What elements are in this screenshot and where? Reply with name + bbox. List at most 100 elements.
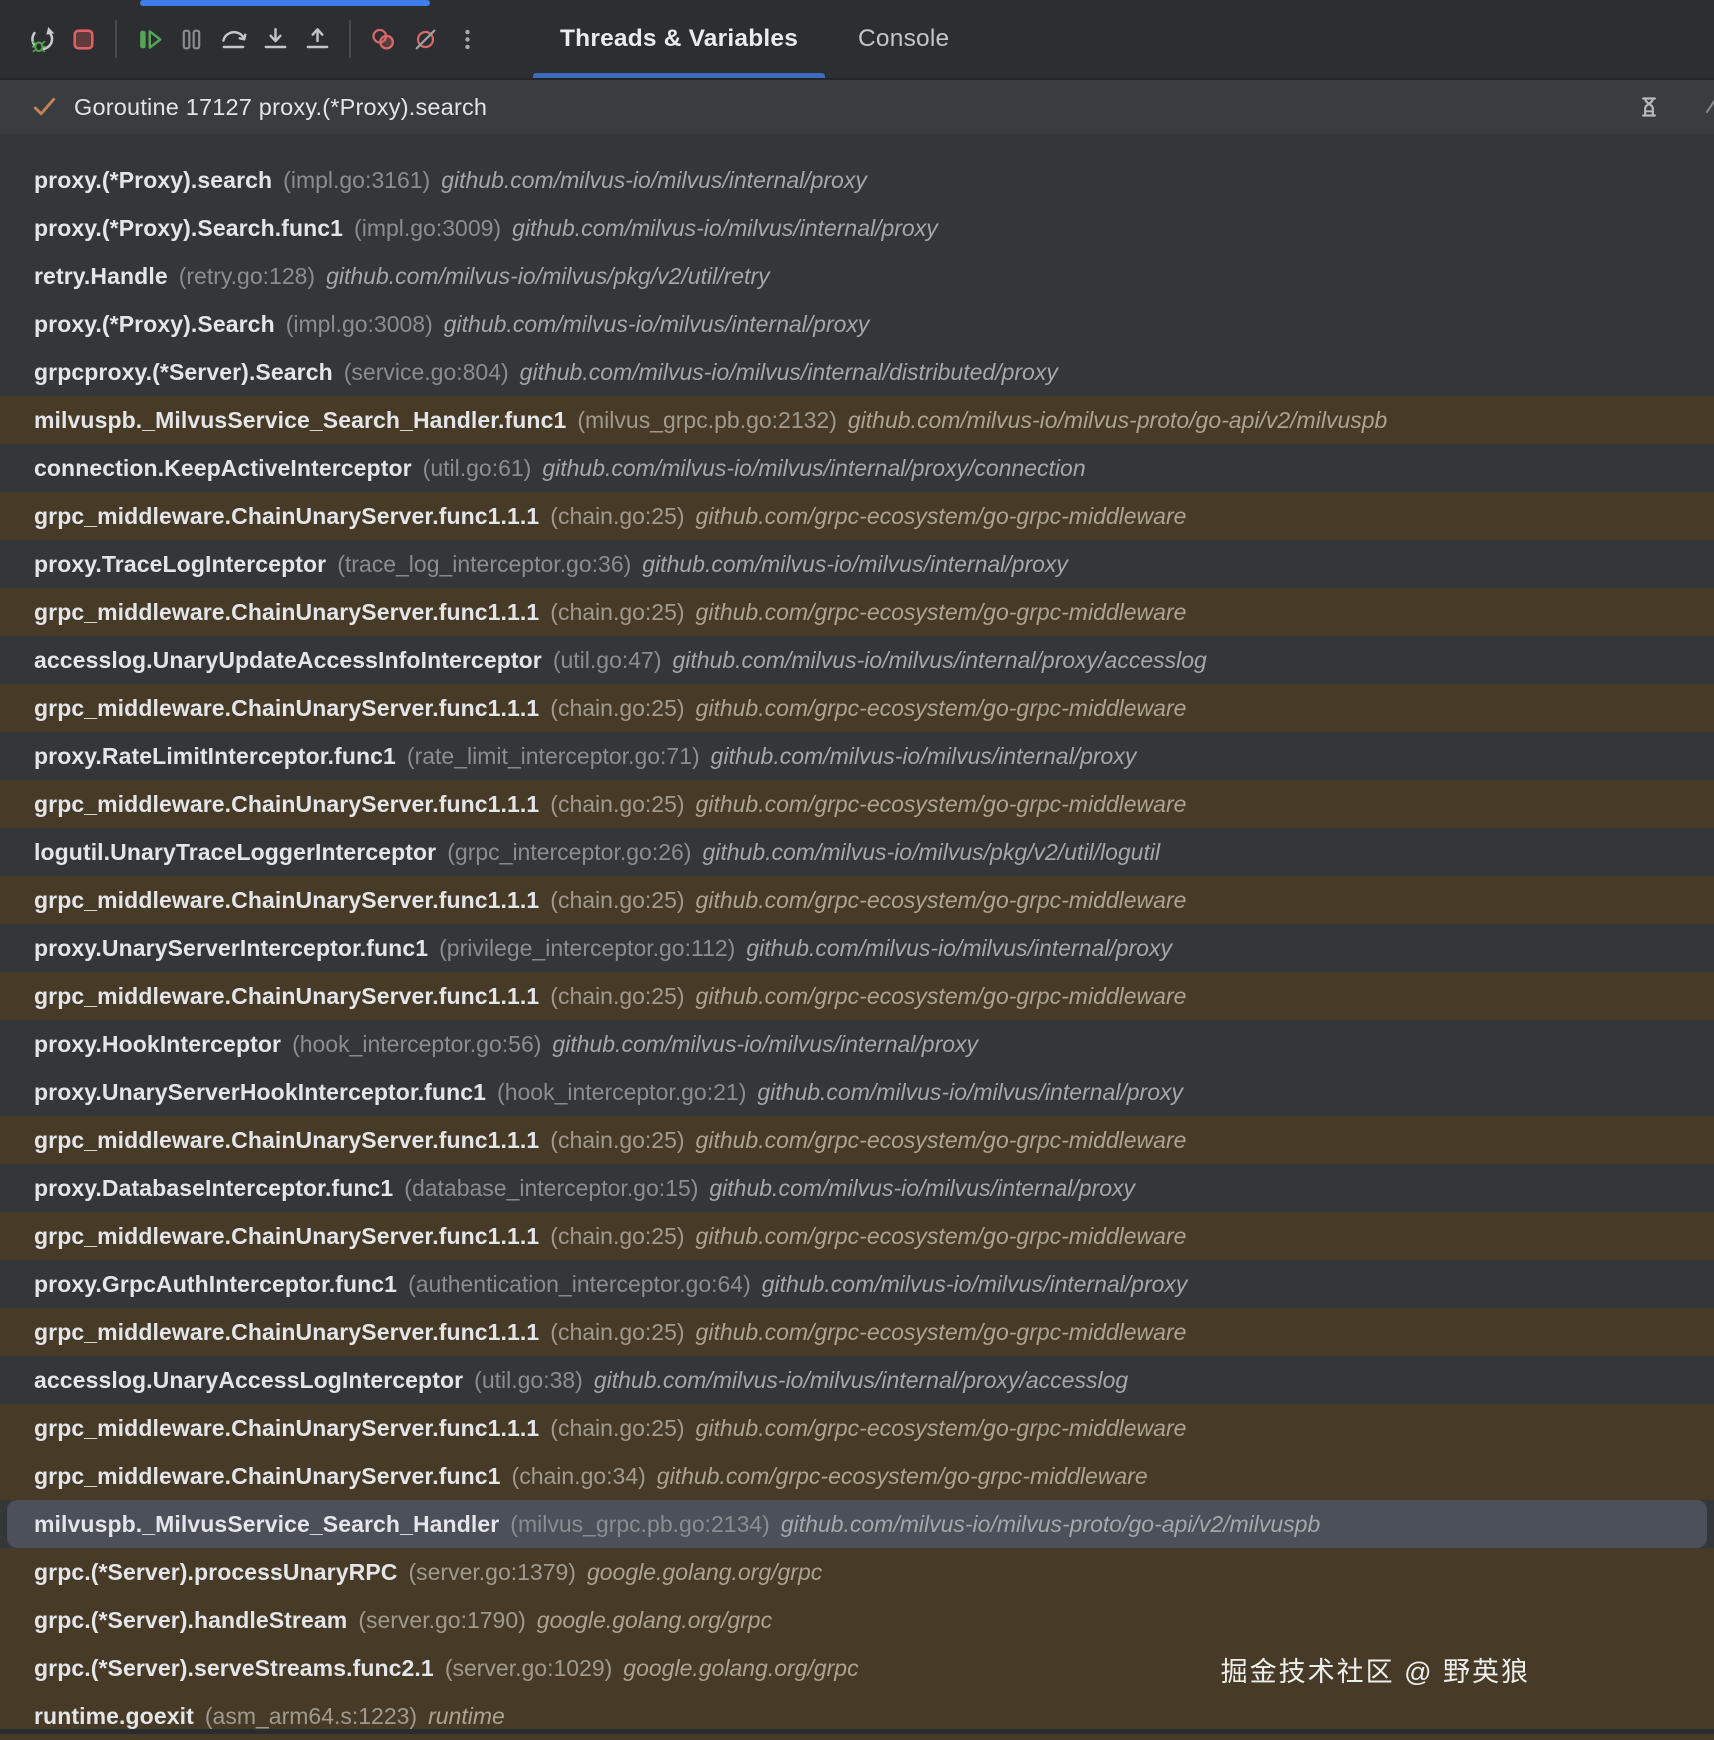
step-over-icon — [221, 30, 246, 48]
frame-function: proxy.UnaryServerInterceptor.func1 — [34, 934, 429, 961]
frame-function: proxy.(*Proxy).Search — [34, 310, 275, 337]
stack-frame-row[interactable]: proxy.RateLimitInterceptor.func1 (rate_li… — [0, 732, 1714, 780]
frame-package: github.com/milvus-io/milvus/pkg/v2/util/… — [702, 838, 1161, 865]
stack-frame-row[interactable]: grpc_middleware.ChainUnaryServer.func1.1… — [0, 780, 1714, 828]
stack-frame-row[interactable]: milvuspb._MilvusService_Search_Handler (m… — [7, 1500, 1707, 1548]
resume-button[interactable] — [128, 16, 170, 62]
frame-location: (hook_interceptor.go:21) — [497, 1078, 747, 1105]
stop-button[interactable] — [62, 16, 104, 62]
frame-location: (server.go:1029) — [444, 1654, 613, 1681]
stack-frame-row[interactable]: milvuspb._MilvusService_Search_Handler.f… — [0, 396, 1714, 444]
stack-frame-row[interactable]: accesslog.UnaryAccessLogInterceptor (util… — [0, 1356, 1714, 1404]
frame-function: proxy.GrpcAuthInterceptor.func1 — [34, 1270, 398, 1297]
frame-package: github.com/milvus-io/milvus-proto/go-api… — [847, 406, 1388, 433]
frame-location: (util.go:61) — [422, 454, 532, 481]
tab-threads-variables[interactable]: Threads & Variables — [530, 0, 828, 78]
frame-package: google.golang.org/grpc — [623, 1654, 859, 1681]
frame-package: github.com/milvus-io/milvus/pkg/v2/util/… — [326, 262, 770, 289]
frame-function: proxy.(*Proxy).search — [34, 166, 273, 193]
frame-package: google.golang.org/grpc — [536, 1606, 773, 1633]
pause-button[interactable] — [170, 16, 212, 62]
stack-frame-row[interactable]: proxy.UnaryServerHookInterceptor.func1 (h… — [0, 1068, 1714, 1116]
frame-package: github.com/milvus-io/milvus/internal/pro… — [542, 454, 1086, 481]
stack-frame-row[interactable]: proxy.TraceLogInterceptor (trace_log_inte… — [0, 540, 1714, 588]
frame-function: grpc_middleware.ChainUnaryServer.func1 — [34, 1462, 501, 1489]
stack-frame-row[interactable]: connection.KeepActiveInterceptor (util.go… — [0, 444, 1714, 492]
step-into-button[interactable] — [254, 16, 296, 62]
stack-frame-row[interactable]: proxy.(*Proxy).search (impl.go:3161) githu… — [0, 156, 1714, 204]
stack-frame-row[interactable]: logutil.UnaryTraceLoggerInterceptor (grpc… — [0, 828, 1714, 876]
check-icon — [33, 97, 56, 115]
frame-function: grpc_middleware.ChainUnaryServer.func1.1… — [34, 886, 540, 913]
step-over-button[interactable] — [212, 16, 254, 62]
hide-frames-button[interactable] — [1630, 88, 1668, 126]
frame-package: github.com/milvus-io/milvus/internal/pro… — [710, 742, 1137, 769]
stack-frame-row[interactable]: proxy.HookInterceptor (hook_interceptor.g… — [0, 1020, 1714, 1068]
frame-function: grpc_middleware.ChainUnaryServer.func1.1… — [34, 502, 540, 529]
frame-location: (milvus_grpc.pb.go:2132) — [577, 406, 837, 433]
stack-frame-row[interactable]: grpc_middleware.ChainUnaryServer.func1 (c… — [0, 1452, 1714, 1500]
rerun-button[interactable] — [20, 16, 62, 62]
stack-frame-row[interactable]: grpc_middleware.ChainUnaryServer.func1.1… — [0, 1308, 1714, 1356]
frame-function: grpc.(*Server).handleStream — [34, 1606, 348, 1633]
frame-package: github.com/grpc-ecosystem/go-grpc-middle… — [695, 982, 1187, 1009]
frame-package: github.com/milvus-io/milvus/internal/pro… — [593, 1366, 1129, 1393]
more-options-button[interactable] — [446, 16, 488, 62]
stack-frame-row[interactable]: grpc_middleware.ChainUnaryServer.func1.1… — [0, 1404, 1714, 1452]
stack-frame-row[interactable]: grpc.(*Server).handleStream (server.go:17… — [0, 1596, 1714, 1644]
stack-frame-row[interactable]: accesslog.UnaryUpdateAccessInfoIntercept… — [0, 636, 1714, 684]
frame-location: (database_interceptor.go:15) — [404, 1174, 699, 1201]
frame-function: accesslog.UnaryUpdateAccessInfoIntercept… — [34, 646, 542, 673]
tab-console[interactable]: Console — [828, 0, 979, 78]
view-breakpoints-button[interactable] — [362, 16, 404, 62]
frame-location: (rate_limit_interceptor.go:71) — [406, 742, 700, 769]
stack-frame-row[interactable]: grpc_middleware.ChainUnaryServer.func1.1… — [0, 1116, 1714, 1164]
goroutine-header[interactable]: Goroutine 17127 proxy.(*Proxy).search — [0, 78, 1714, 134]
rerun-debug-icon — [30, 26, 54, 52]
stack-frame-row[interactable]: grpc_middleware.ChainUnaryServer.func1.1… — [0, 492, 1714, 540]
stack-frame-row[interactable]: grpc_middleware.ChainUnaryServer.func1.1… — [0, 588, 1714, 636]
stack-frame-row[interactable]: grpc_middleware.ChainUnaryServer.func1.1… — [0, 684, 1714, 732]
frame-location: (chain.go:25) — [550, 1126, 685, 1153]
pause-icon — [182, 29, 200, 49]
resume-icon — [139, 29, 161, 49]
stack-frame-row[interactable]: proxy.(*Proxy).Search.func1 (impl.go:3009… — [0, 204, 1714, 252]
frame-function: milvuspb._MilvusService_Search_Handler — [34, 1510, 500, 1537]
frame-package: github.com/milvus-io/milvus/internal/pro… — [709, 1174, 1136, 1201]
frame-package: github.com/grpc-ecosystem/go-grpc-middle… — [695, 502, 1187, 529]
frame-package: github.com/grpc-ecosystem/go-grpc-middle… — [695, 886, 1187, 913]
frame-function: grpc_middleware.ChainUnaryServer.func1.1… — [34, 982, 540, 1009]
frame-location: (server.go:1379) — [408, 1558, 576, 1585]
stack-frame-row[interactable]: proxy.GrpcAuthInterceptor.func1 (authenti… — [0, 1260, 1714, 1308]
frame-location: (chain.go:25) — [550, 598, 685, 625]
frame-function: grpc_middleware.ChainUnaryServer.func1.1… — [34, 694, 540, 721]
frame-function: grpc_middleware.ChainUnaryServer.func1.1… — [34, 1222, 540, 1249]
frame-package: github.com/milvus-io/milvus-proto/go-api… — [780, 1510, 1321, 1537]
stack-frame-row[interactable]: grpc_middleware.ChainUnaryServer.func1.1… — [0, 1212, 1714, 1260]
frame-location: (util.go:38) — [474, 1366, 583, 1393]
mute-breakpoints-button[interactable] — [404, 16, 446, 62]
stack-frame-row[interactable]: grpcproxy.(*Server).Search (service.go:80… — [0, 348, 1714, 396]
frame-package: github.com/grpc-ecosystem/go-grpc-middle… — [656, 1462, 1148, 1489]
frame-package: github.com/milvus-io/milvus/internal/pro… — [746, 934, 1172, 961]
step-out-button[interactable] — [296, 16, 338, 62]
tab-label: Console — [858, 25, 950, 52]
stack-frame-row[interactable]: grpc_middleware.ChainUnaryServer.func1.1… — [0, 876, 1714, 924]
frame-location: (chain.go:25) — [550, 694, 685, 721]
stack-frame-row[interactable]: proxy.(*Proxy).Search (impl.go:3008) githu… — [0, 300, 1714, 348]
stack-frame-row[interactable]: grpc.(*Server).processUnaryRPC (server.go… — [0, 1548, 1714, 1596]
frame-package: github.com/milvus-io/milvus/internal/pro… — [552, 1030, 979, 1057]
stack-frame-row[interactable]: retry.Handle (retry.go:128) github.com/mil… — [0, 252, 1714, 300]
frame-package: github.com/milvus-io/milvus/internal/pro… — [757, 1078, 1184, 1105]
frame-package: github.com/milvus-io/milvus/internal/pro… — [642, 550, 1068, 577]
stack-frame-row[interactable]: proxy.DatabaseInterceptor.func1 (database… — [0, 1164, 1714, 1212]
frame-function: retry.Handle — [34, 262, 168, 289]
frame-location: (impl.go:3008) — [285, 310, 433, 337]
frame-function: proxy.RateLimitInterceptor.func1 — [34, 742, 396, 769]
stack-frame-row[interactable]: grpc_middleware.ChainUnaryServer.func1.1… — [0, 972, 1714, 1020]
stack-frame-row[interactable]: proxy.UnaryServerInterceptor.func1 (privi… — [0, 924, 1714, 972]
progress-bar — [140, 0, 430, 6]
more-options-icon — [464, 29, 470, 49]
mute-breakpoints-icon — [415, 29, 435, 49]
goroutine-title: Goroutine 17127 proxy.(*Proxy).search — [74, 93, 488, 120]
